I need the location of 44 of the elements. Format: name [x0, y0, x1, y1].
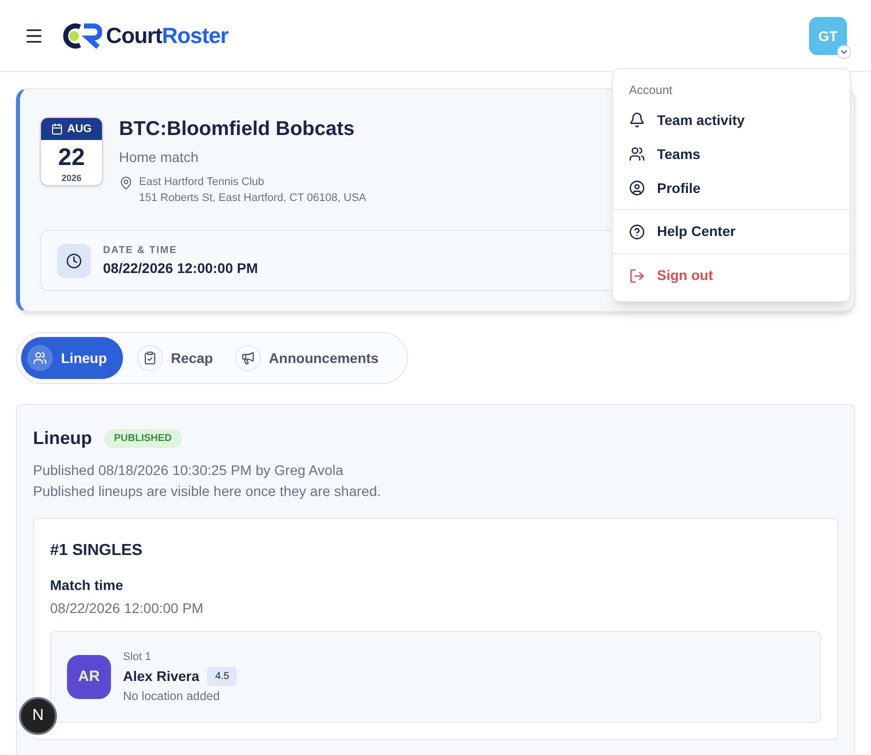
published-info: Published 08/18/2026 10:30:25 PM by Greg Avola [33, 461, 344, 480]
people-icon [33, 351, 47, 365]
lineup-note: Published lineups are visible here once they are shared. [33, 482, 382, 501]
clipboard-icon [142, 351, 157, 365]
player-location: No location added [123, 688, 221, 705]
player-name: Alex Rivera [123, 666, 200, 686]
venue-name: East Hartford Tennis Club [139, 175, 266, 190]
sign-out-icon [629, 268, 645, 284]
menu-item[interactable]: Team activity [613, 103, 850, 137]
chevron-down-icon[interactable] [837, 44, 851, 58]
user-icon [629, 180, 645, 196]
date-time-label: DATE & TIME [103, 244, 178, 258]
lineup-heading: Lineup [33, 427, 92, 450]
location-pin-icon [119, 176, 133, 190]
menu-item[interactable]: Profile [613, 171, 850, 205]
position-title: #1 SINGLES [50, 541, 144, 561]
bell-icon [629, 112, 645, 128]
calendar-icon [51, 122, 64, 135]
clock-icon [66, 252, 82, 268]
match-time-value: 08/22/2026 12:00:00 PM [50, 599, 204, 618]
brand-name: CourtRoster [106, 22, 228, 50]
tab[interactable]: Recap [130, 337, 221, 379]
menu-heading: Account [628, 82, 674, 99]
player-avatar: AR [67, 655, 111, 699]
match-title: BTC:Bloomfield Bobcats [119, 117, 356, 141]
tab[interactable]: Announcements [228, 337, 387, 379]
logo-icon [60, 22, 102, 48]
people-icon [629, 146, 645, 162]
menu-item[interactable]: Teams [613, 137, 850, 171]
slot-label: Slot 1 [123, 650, 152, 666]
venue-address: 151 Roberts St, East Hartford, CT 06108, USA [139, 191, 366, 206]
year-label: 2026 [61, 172, 82, 184]
megaphone-icon [240, 351, 255, 365]
day-number: 22 [58, 144, 85, 172]
match-time-label: Match time [50, 576, 124, 595]
status-badge: PUBLISHED [104, 429, 182, 448]
menu-item[interactable]: Help Center [613, 209, 850, 249]
match-type: Home match [119, 148, 200, 167]
tab[interactable]: Lineup [21, 337, 123, 379]
date-time-value: 08/22/2026 12:00:00 PM [103, 258, 258, 278]
month-label: AUG [67, 122, 92, 136]
rating-badge: 4.5 [207, 666, 238, 686]
help-icon [629, 224, 645, 240]
menu-item[interactable]: Sign out [613, 253, 850, 293]
